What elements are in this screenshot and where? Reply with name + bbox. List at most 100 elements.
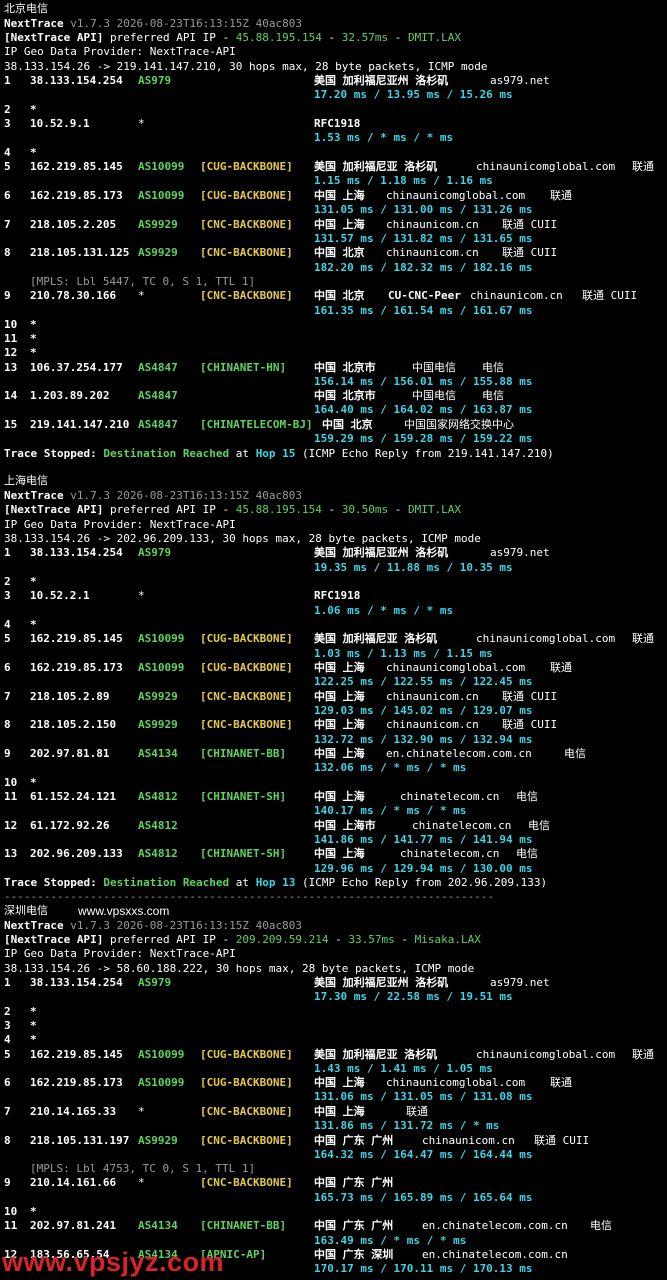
app-version: v1.7.3 2026-08-23T16:13:15Z 40ac803 bbox=[70, 919, 303, 932]
hop-asn: AS979 bbox=[138, 74, 172, 87]
hop-isp: 联通 bbox=[632, 1048, 654, 1061]
hop-ip: 1.203.89.202 bbox=[30, 389, 110, 402]
hop-isp: 联通 bbox=[632, 632, 654, 645]
hop-ip: 202.96.209.133 bbox=[30, 847, 123, 860]
hop-geo: 中国 广东 深圳 bbox=[314, 1248, 394, 1261]
divider: ----------------------------------------… bbox=[4, 890, 495, 903]
hop-ip: * bbox=[30, 1205, 37, 1218]
hop-ip: 218.105.131.125 bbox=[30, 246, 130, 259]
hop-ip: 210.14.161.66 bbox=[30, 1176, 117, 1189]
hop-ip: 162.219.85.173 bbox=[30, 1076, 123, 1089]
hop-domain: as979.net bbox=[490, 74, 550, 87]
hop-number: 14 bbox=[4, 389, 18, 402]
hop-tag: [CNC-BACKBONE] bbox=[200, 246, 293, 259]
hop-ip: * bbox=[30, 1019, 37, 1032]
hop-number: 13 bbox=[4, 361, 18, 374]
hop-tag: [CHINANET-BB] bbox=[200, 1219, 287, 1232]
hop-isp: 联通 CUII bbox=[534, 1134, 590, 1147]
hop-tag: [CNC-BACKBONE] bbox=[200, 1176, 293, 1189]
hop-domain: chinaunicomglobal.com bbox=[476, 1048, 616, 1061]
hop-isp: 联通 bbox=[550, 1076, 572, 1089]
hop-ip: * bbox=[30, 618, 37, 631]
trace-at: at bbox=[229, 876, 256, 889]
hop-rtt-values: 182.20 ms / 182.32 ms / 182.16 ms bbox=[314, 261, 533, 274]
hop-isp: 联通 CUII bbox=[502, 246, 558, 259]
hop-number: 1 bbox=[4, 74, 11, 87]
hop-rtt-values: 17.30 ms / 22.58 ms / 19.51 ms bbox=[314, 990, 513, 1003]
hop-asn: AS979 bbox=[138, 976, 172, 989]
hop-domain: chinatelecom.cn bbox=[400, 790, 500, 803]
hop-tag: [CUG-BACKBONE] bbox=[200, 661, 293, 674]
hop-geo: 中国 上海 bbox=[314, 661, 365, 674]
api-label: preferred API IP - bbox=[103, 503, 236, 516]
api-label: preferred API IP - bbox=[103, 933, 236, 946]
hop-geo: 中国 上海 bbox=[314, 747, 365, 760]
hop-geo: RFC1918 bbox=[314, 589, 361, 602]
hop-rtt-values: 1.03 ms / 1.13 ms / 1.15 ms bbox=[314, 647, 493, 660]
api-latency: 32.57ms bbox=[341, 31, 389, 44]
hop-number: 13 bbox=[4, 847, 18, 860]
destination-reached: Destination Reached bbox=[103, 447, 230, 460]
hop-isp: 联通 bbox=[406, 1105, 428, 1118]
hop-rtt-values: 1.15 ms / 1.18 ms / 1.16 ms bbox=[314, 174, 493, 187]
hop-rtt-values: 141.86 ms / 141.77 ms / 141.94 ms bbox=[314, 833, 533, 846]
hop-number: 10 bbox=[4, 1205, 18, 1218]
hop-rtt-values: 156.14 ms / 156.01 ms / 155.88 ms bbox=[314, 375, 533, 388]
app-version: v1.7.3 2026-08-23T16:13:15Z 40ac803 bbox=[70, 489, 303, 502]
hop-number: 2 bbox=[4, 103, 11, 116]
hop-isp: 电信 bbox=[516, 847, 538, 860]
hop-tag: [CHINANET-SH] bbox=[200, 790, 287, 803]
hop-ip: 202.97.81.81 bbox=[30, 747, 110, 760]
hop-number: 9 bbox=[4, 289, 11, 302]
hop-rtt-values: 131.06 ms / 131.05 ms / 131.08 ms bbox=[314, 1090, 533, 1103]
api-sep: - bbox=[328, 933, 349, 946]
hop-rtt-values: 131.57 ms / 131.82 ms / 131.65 ms bbox=[314, 232, 533, 245]
hop-asn: AS10099 bbox=[138, 1048, 185, 1061]
api-latency: 30.50ms bbox=[341, 503, 389, 516]
app-name: NextTrace bbox=[4, 489, 64, 502]
trace-stopped-label: Trace Stopped: bbox=[4, 447, 104, 460]
hop-asn: AS10099 bbox=[138, 632, 185, 645]
hop-asn: AS9929 bbox=[138, 1134, 178, 1147]
hop-geo: RFC1918 bbox=[314, 117, 361, 130]
hop-geo: 中国 上海 bbox=[314, 690, 365, 703]
hop-asn: AS9929 bbox=[138, 218, 178, 231]
hop-isp: 电信 bbox=[528, 819, 550, 832]
hop-ip: * bbox=[30, 318, 37, 331]
hop-asn: AS4134 bbox=[138, 1219, 178, 1232]
hop-asn: AS4847 bbox=[138, 389, 178, 402]
api-node: DMIT.LAX bbox=[408, 503, 461, 516]
api-label: preferred API IP - bbox=[103, 31, 236, 44]
hop-geo: 美国 加利福尼亚州 洛杉矶 bbox=[314, 546, 449, 559]
hop-isp: 电信 bbox=[590, 1219, 612, 1232]
hop-rtt-values: 129.03 ms / 145.02 ms / 129.07 ms bbox=[314, 704, 533, 717]
api-sep: - bbox=[321, 503, 342, 516]
hop-ip: * bbox=[30, 1005, 37, 1018]
hop-ip: 218.105.2.150 bbox=[30, 718, 117, 731]
mpls-label: [MPLS: Lbl 5447, TC 0, S 1, TTL 1] bbox=[30, 275, 256, 288]
hop-asn: * bbox=[138, 589, 145, 602]
hop-rtt-values: 164.32 ms / 164.47 ms / 164.44 ms bbox=[314, 1148, 533, 1161]
hop-ip: * bbox=[30, 1033, 37, 1046]
hop-number: 5 bbox=[4, 1048, 11, 1061]
hop-number: 7 bbox=[4, 218, 11, 231]
hop-ip: * bbox=[30, 146, 37, 159]
hop-rtt-values: 140.17 ms / * ms / * ms bbox=[314, 804, 467, 817]
hop-rtt-values: 17.20 ms / 13.95 ms / 15.26 ms bbox=[314, 88, 513, 101]
app-name: NextTrace bbox=[4, 919, 64, 932]
hop-tag: [CNC-BACKBONE] bbox=[200, 718, 293, 731]
hop-number: 1 bbox=[4, 976, 11, 989]
section-title-shanghai: 上海电信 bbox=[4, 474, 48, 487]
hop-number: 12 bbox=[4, 346, 18, 359]
hop-ip: 162.219.85.173 bbox=[30, 189, 123, 202]
hop-geo: 中国 北京 bbox=[314, 246, 365, 259]
trace-stopped-line: Trace Stopped: Destination Reached at Ho… bbox=[4, 447, 554, 461]
hop-asn: AS979 bbox=[138, 546, 172, 559]
hop-geo: 美国 加利福尼亚 洛杉矶 bbox=[314, 632, 438, 645]
hop-ip: 162.219.85.173 bbox=[30, 661, 123, 674]
hop-domain: chinaunicomglobal.com bbox=[386, 1076, 526, 1089]
trace-hop: Hop 15 bbox=[255, 447, 296, 460]
hop-domain: chinatelecom.cn bbox=[400, 847, 500, 860]
trace-at: at bbox=[229, 447, 256, 460]
api-ip: 45.88.195.154 bbox=[235, 503, 322, 516]
